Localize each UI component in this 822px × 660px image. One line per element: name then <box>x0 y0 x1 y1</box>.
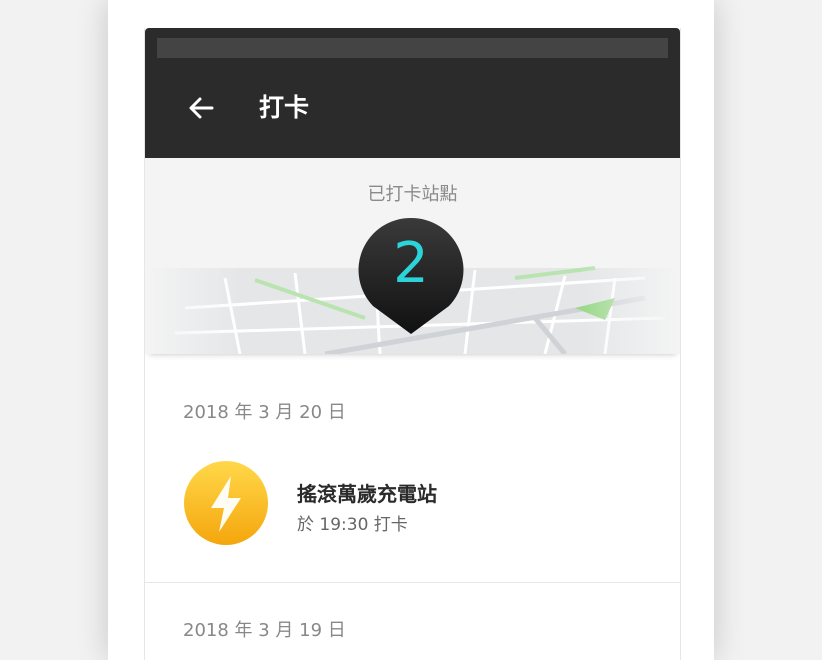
date-header: 2018 年 3 月 19 日 <box>183 620 346 641</box>
back-button[interactable] <box>183 90 219 126</box>
screen: 打卡 已打卡站點 2 2018 年 3 月 20 日 搖滾萬歲充電站 於 19:… <box>144 28 681 660</box>
status-bar <box>157 38 668 58</box>
page-title: 打卡 <box>259 93 310 122</box>
checkin-count: 2 <box>393 231 429 296</box>
date-header: 2018 年 3 月 20 日 <box>183 402 346 423</box>
checked-in-stations-label: 已打卡站點 <box>367 184 458 205</box>
arrow-left-icon <box>189 97 214 119</box>
checkin-time: 於 19:30 打卡 <box>297 515 408 535</box>
divider <box>145 582 680 583</box>
checkin-summary: 已打卡站點 2 <box>145 158 680 354</box>
list-item[interactable]: 搖滾萬歲充電站 於 19:30 打卡 <box>183 460 663 548</box>
station-name: 搖滾萬歲充電站 <box>297 482 437 506</box>
app-bar: 打卡 <box>145 28 680 158</box>
lightning-bolt-icon <box>184 461 268 545</box>
